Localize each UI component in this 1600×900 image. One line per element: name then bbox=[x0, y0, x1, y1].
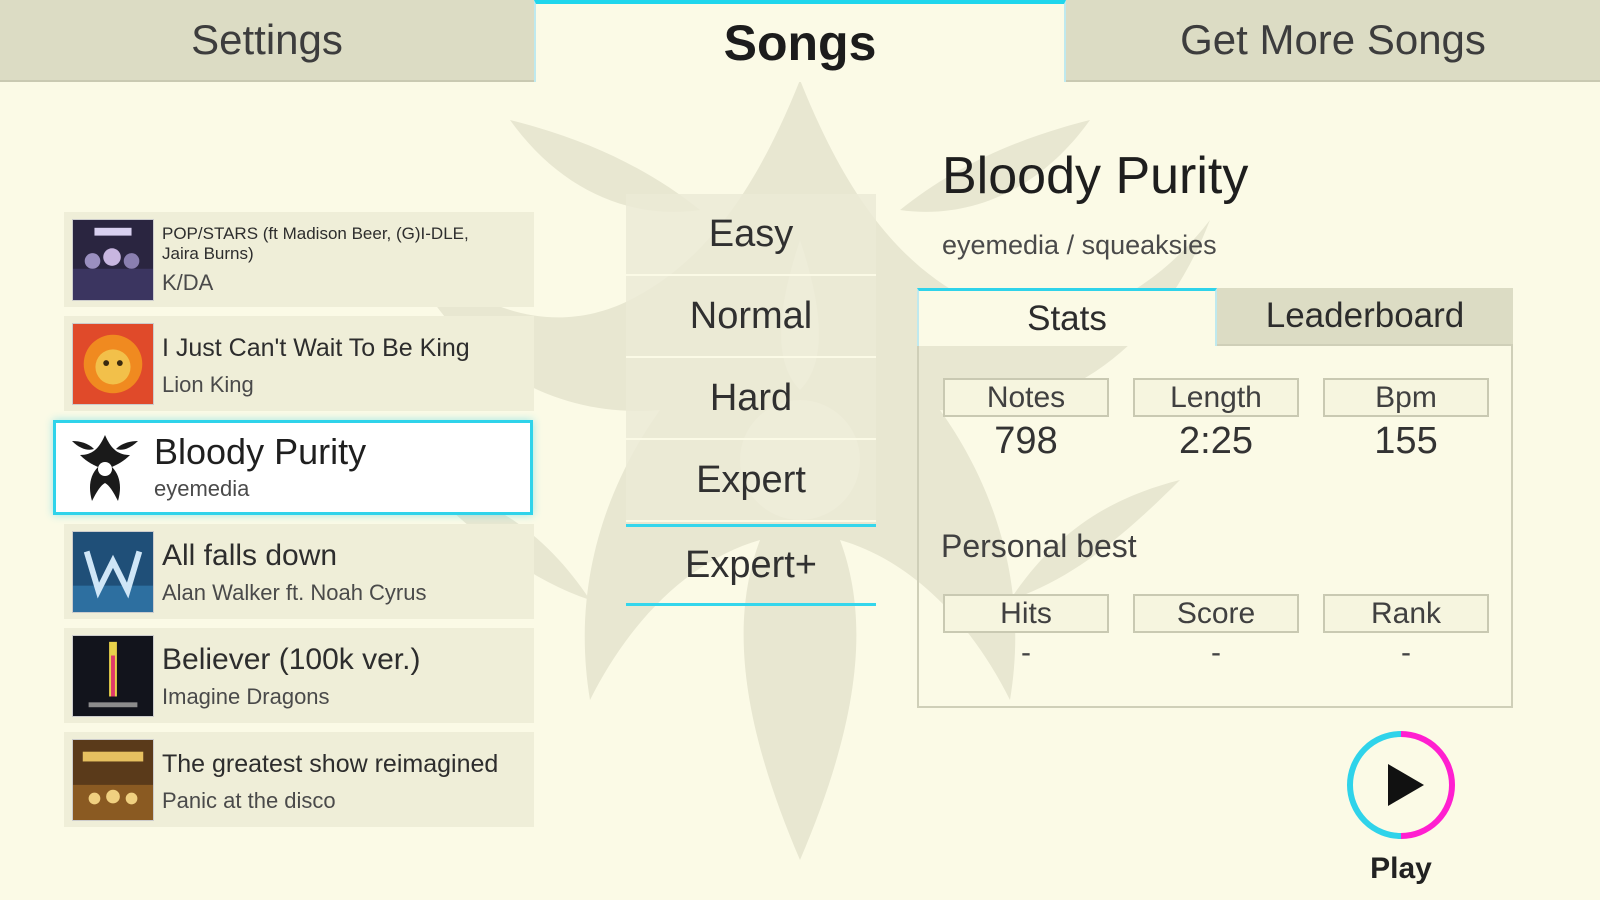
difficulty-expert-plus[interactable]: Expert+ bbox=[626, 524, 876, 606]
tab-stats-label: Stats bbox=[1027, 298, 1107, 338]
tab-get-more-songs[interactable]: Get More Songs bbox=[1066, 0, 1600, 82]
song-title: Believer (100k ver.) bbox=[162, 642, 421, 676]
difficulty-expert[interactable]: Expert bbox=[626, 440, 876, 522]
pb-rank-value: - bbox=[1401, 636, 1411, 669]
album-cover-lion-king bbox=[72, 322, 154, 405]
song-info-panel: Stats Leaderboard Notes 798 Length 2:25 … bbox=[917, 288, 1513, 708]
play-icon bbox=[1388, 764, 1424, 806]
song-artist: K/DA bbox=[162, 269, 214, 295]
song-item-selected[interactable]: Bloody Purity eyemedia bbox=[53, 420, 533, 515]
song-artist: Alan Walker ft. Noah Cyrus bbox=[162, 579, 427, 605]
difficulty-label: Hard bbox=[709, 376, 793, 419]
song-item[interactable]: Believer (100k ver.) Imagine Dragons bbox=[64, 628, 534, 723]
stat-notes-label: Notes bbox=[943, 378, 1109, 417]
pb-score-label: Score bbox=[1133, 594, 1299, 633]
song-title: All falls down bbox=[162, 538, 338, 572]
pb-score-value: - bbox=[1211, 636, 1221, 669]
song-item[interactable]: I Just Can't Wait To Be King Lion King bbox=[64, 316, 534, 411]
difficulty-list: Easy Normal Hard Expert Expert+ bbox=[626, 194, 876, 606]
song-artist: Imagine Dragons bbox=[162, 683, 330, 709]
song-detail-subtitle: eyemedia / squeaksies bbox=[942, 230, 1217, 260]
song-item[interactable]: POP/STARS (ft Madison Beer, (G)I-DLE, Ja… bbox=[64, 212, 534, 307]
album-cover-kda bbox=[72, 218, 154, 301]
play-button[interactable] bbox=[1344, 728, 1458, 842]
tab-settings[interactable]: Settings bbox=[0, 0, 534, 82]
song-artist: eyemedia bbox=[154, 475, 250, 501]
song-artist: Lion King bbox=[162, 371, 254, 397]
tab-leaderboard[interactable]: Leaderboard bbox=[1217, 288, 1513, 346]
tab-leaderboard-label: Leaderboard bbox=[1265, 296, 1465, 335]
pb-rank-label: Rank bbox=[1323, 594, 1489, 633]
album-cover-believer bbox=[72, 634, 154, 717]
difficulty-label: Expert+ bbox=[684, 543, 818, 586]
personal-best-heading: Personal best bbox=[941, 528, 1137, 564]
difficulty-easy[interactable]: Easy bbox=[626, 194, 876, 276]
tab-songs[interactable]: Songs bbox=[534, 0, 1066, 82]
song-item[interactable]: The greatest show reimagined Panic at th… bbox=[64, 732, 534, 827]
difficulty-label: Easy bbox=[708, 212, 794, 255]
difficulty-hard[interactable]: Hard bbox=[626, 358, 876, 440]
stat-bpm-value: 155 bbox=[1374, 420, 1438, 462]
album-cover-greatest-show bbox=[72, 738, 154, 821]
song-detail-title: Bloody Purity bbox=[942, 147, 1249, 205]
pb-hits-label: Hits bbox=[943, 594, 1109, 633]
stat-bpm-label: Bpm bbox=[1323, 378, 1489, 417]
play-label: Play bbox=[1370, 852, 1432, 885]
song-title: POP/STARS (ft Madison Beer, (G)I-DLE, Ja… bbox=[162, 223, 469, 263]
difficulty-normal[interactable]: Normal bbox=[626, 276, 876, 358]
tab-stats[interactable]: Stats bbox=[917, 288, 1217, 346]
difficulty-label: Expert bbox=[696, 458, 806, 501]
stat-notes-value: 798 bbox=[994, 420, 1058, 462]
song-title: Bloody Purity bbox=[154, 430, 367, 472]
tab-get-more-songs-label: Get More Songs bbox=[1180, 16, 1486, 63]
pb-hits-value: - bbox=[1021, 636, 1031, 669]
song-title: I Just Can't Wait To Be King bbox=[162, 333, 470, 362]
song-list: POP/STARS (ft Madison Beer, (G)I-DLE, Ja… bbox=[53, 212, 534, 836]
song-item[interactable]: All falls down Alan Walker ft. Noah Cyru… bbox=[64, 524, 534, 619]
album-cover-all-falls-down bbox=[72, 530, 154, 613]
difficulty-label: Normal bbox=[689, 294, 813, 337]
stat-length-label: Length bbox=[1133, 378, 1299, 417]
tab-settings-label: Settings bbox=[191, 16, 343, 63]
top-tab-bar: Settings Songs Get More Songs bbox=[0, 0, 1600, 82]
song-artist: Panic at the disco bbox=[162, 787, 336, 813]
stat-length-value: 2:25 bbox=[1179, 420, 1253, 462]
song-title: The greatest show reimagined bbox=[162, 749, 499, 778]
tab-songs-label: Songs bbox=[723, 15, 877, 71]
album-cover-bloody-purity bbox=[64, 426, 146, 509]
